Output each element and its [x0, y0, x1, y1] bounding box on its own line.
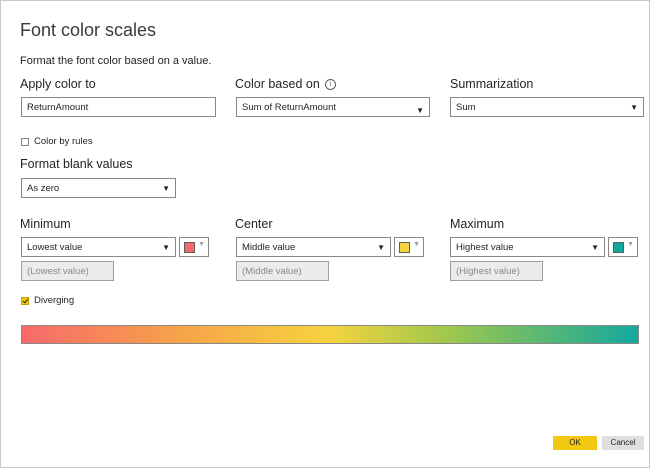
center-color-picker[interactable]: ▼: [394, 237, 424, 257]
minimum-label: Minimum: [20, 217, 71, 231]
maximum-placeholder: (Highest value): [456, 266, 520, 277]
apply-color-to-value: ReturnAmount: [27, 102, 89, 113]
chevron-down-icon: ▼: [630, 103, 638, 112]
maximum-color-swatch: [613, 242, 624, 253]
chevron-down-icon: ▼: [591, 243, 599, 252]
maximum-label: Maximum: [450, 217, 505, 231]
chevron-down-icon: ▼: [416, 106, 424, 115]
maximum-value-input: (Highest value): [450, 261, 543, 281]
minimum-color-picker[interactable]: ▼: [179, 237, 209, 257]
checkbox-checked-icon: [21, 296, 29, 305]
chevron-down-icon: ▼: [162, 184, 170, 193]
chevron-down-icon: ▼: [162, 243, 170, 252]
summarization-value: Sum: [456, 102, 476, 113]
apply-color-to-field[interactable]: ReturnAmount: [21, 97, 216, 117]
minimum-color-swatch: [184, 242, 195, 253]
info-icon[interactable]: i: [324, 79, 336, 90]
color-based-on-dropdown[interactable]: Sum of ReturnAmount ▼: [236, 97, 430, 117]
chevron-down-icon: ▼: [413, 241, 420, 248]
format-blank-values-dropdown[interactable]: As zero ▼: [21, 178, 176, 198]
format-blank-values-value: As zero: [27, 183, 60, 194]
dialog-title: Font color scales: [20, 20, 157, 40]
apply-color-to-label: Apply color to: [20, 77, 96, 91]
color-scale-gradient-preview: [21, 325, 639, 344]
chevron-down-icon: ▼: [198, 241, 205, 248]
center-color-swatch: [399, 242, 410, 253]
center-dropdown[interactable]: Middle value ▼: [236, 237, 391, 257]
diverging-label: Diverging: [34, 295, 75, 306]
maximum-dropdown[interactable]: Highest value ▼: [450, 237, 605, 257]
maximum-color-picker[interactable]: ▼: [608, 237, 638, 257]
center-value-input: (Middle value): [236, 261, 329, 281]
center-value: Middle value: [242, 242, 296, 253]
dialog-subtitle: Format the font color based on a value.: [20, 55, 212, 67]
checkbox-icon: [21, 137, 29, 146]
center-label: Center: [235, 217, 273, 231]
chevron-down-icon: ▼: [627, 241, 634, 248]
color-based-on-value: Sum of ReturnAmount: [242, 102, 336, 113]
color-based-on-label: Color based on i: [235, 77, 336, 91]
summarization-label: Summarization: [450, 77, 534, 91]
color-by-rules-label: Color by rules: [34, 136, 93, 147]
format-blank-values-label: Format blank values: [20, 157, 133, 171]
minimum-value-input: (Lowest value): [21, 261, 114, 281]
minimum-value: Lowest value: [27, 242, 83, 253]
maximum-value: Highest value: [456, 242, 514, 253]
color-by-rules-checkbox[interactable]: Color by rules: [21, 136, 93, 147]
minimum-placeholder: (Lowest value): [27, 266, 89, 277]
center-placeholder: (Middle value): [242, 266, 302, 277]
color-based-on-label-text: Color based on: [235, 77, 320, 91]
summarization-dropdown[interactable]: Sum ▼: [450, 97, 644, 117]
cancel-button[interactable]: Cancel: [602, 436, 644, 450]
minimum-dropdown[interactable]: Lowest value ▼: [21, 237, 176, 257]
ok-button[interactable]: OK: [553, 436, 597, 450]
diverging-checkbox[interactable]: Diverging: [21, 295, 74, 306]
font-color-scales-dialog: Font color scales Format the font color …: [0, 0, 650, 468]
chevron-down-icon: ▼: [377, 243, 385, 252]
